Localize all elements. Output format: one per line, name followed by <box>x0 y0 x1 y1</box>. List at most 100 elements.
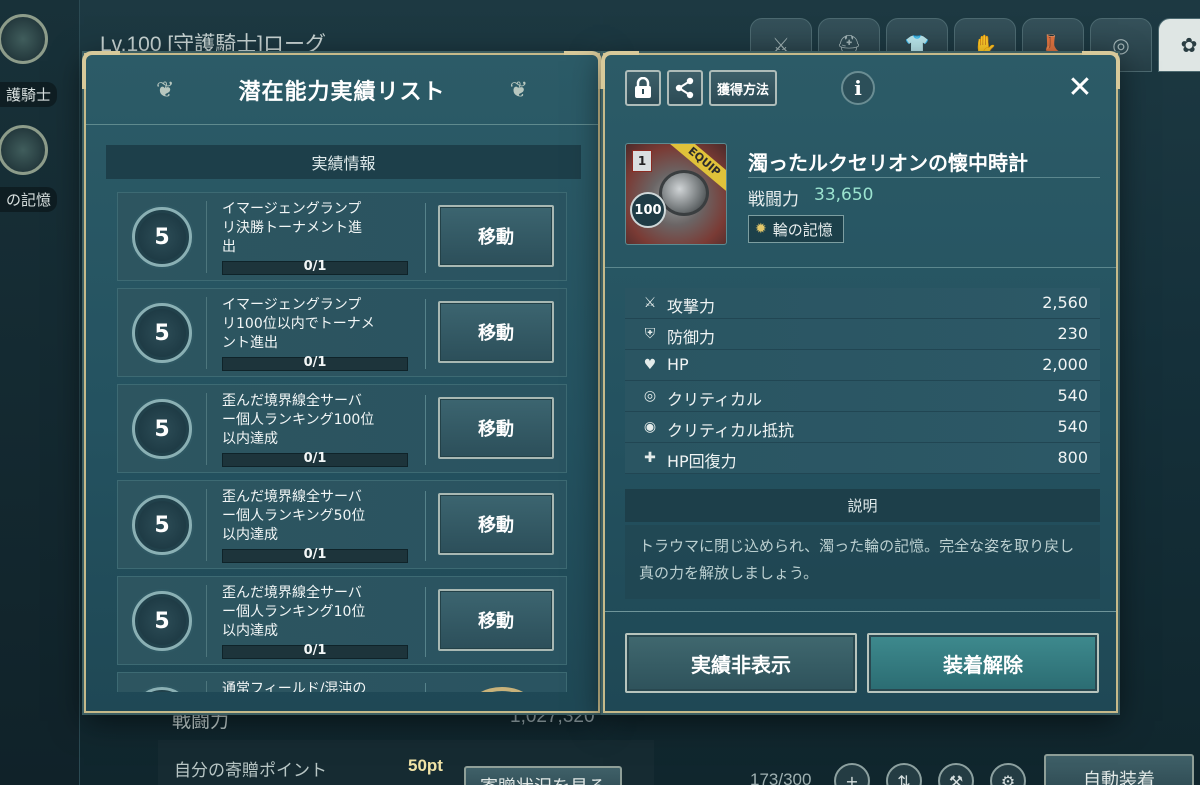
achievement-text: イマージェングランプ リ100位以内でトーナメ ント進出 <box>222 297 375 351</box>
item-detail-panel: 獲得方法 i ✕ 1 100 EQUIP 濁ったルクセリオンの懐中時計 戦闘力 … <box>601 51 1120 713</box>
stat-row: ♥ HP 2,000 <box>625 350 1100 381</box>
progress-text: 0/1 <box>303 547 327 562</box>
progress-bar: 0/1 <box>222 547 408 563</box>
achievement-row: 5 イマージェングランプ リ100位以内でトーナメ ント進出 0/1 移動 <box>117 288 567 377</box>
stat-label: クリティカル抵抗 <box>667 421 795 440</box>
stat-label: 防御力 <box>667 328 716 347</box>
stat-value: 800 <box>1057 448 1088 467</box>
divider <box>206 489 207 561</box>
inventory-count: 173/300 <box>750 770 812 785</box>
item-category-label: 輪の記憶 <box>772 220 833 239</box>
divider <box>425 683 426 692</box>
achievement-row: 通常フィールド/混沌の <box>117 672 567 692</box>
nav-label-memory: の記憶 <box>0 187 58 212</box>
achievement-list[interactable]: 5 イマージェングランプ リ決勝トーナメント進 出 0/1 移動 5 イマージェ… <box>117 192 567 692</box>
achievement-row: 5 イマージェングランプ リ決勝トーナメント進 出 0/1 移動 <box>117 192 567 281</box>
achievement-list-header: ❦ 潜在能力実績リスト ❦ <box>86 55 598 125</box>
stat-row: ◉ クリティカル抵抗 540 <box>625 412 1100 443</box>
progress-text: 0/1 <box>303 355 327 370</box>
divider <box>605 611 1116 612</box>
move-button[interactable]: 移動 <box>438 205 554 267</box>
level-badge: 5 <box>132 399 192 459</box>
lock-button[interactable] <box>625 70 661 106</box>
stat-row: ⚔ 攻撃力 2,560 <box>625 288 1100 319</box>
hp-regen-icon: ✚ <box>644 450 656 466</box>
tab-memory[interactable]: ✿ <box>1158 18 1200 72</box>
level-badge: 5 <box>132 207 192 267</box>
move-button[interactable]: 移動 <box>438 589 554 651</box>
progress-bar: 0/1 <box>222 451 408 467</box>
donate-status-button[interactable]: 寄贈状況を見る <box>464 766 622 785</box>
heart-icon: ♥ <box>643 357 657 373</box>
achievement-text: 歪んだ境界線全サーバ ー個人ランキング100位 以内達成 <box>222 393 375 447</box>
achievement-list-title: 潜在能力実績リスト <box>238 79 446 105</box>
item-thumbnail: 1 100 EQUIP <box>625 143 727 245</box>
close-button[interactable]: ✕ <box>1062 69 1098 105</box>
leaf-ornament-icon: ❦ <box>509 78 528 103</box>
pocket-watch-icon <box>659 170 709 216</box>
donate-points-value: 50pt <box>408 756 443 775</box>
stat-value: 2,560 <box>1042 293 1088 312</box>
stat-label: HP回復力 <box>667 452 737 471</box>
stat-label: クリティカル <box>667 390 763 409</box>
item-category-tag: ✹ 輪の記憶 <box>748 215 844 243</box>
achievement-list-panel: ❦ 潜在能力実績リスト ❦ 実績情報 5 イマージェングランプ リ決勝トーナメン… <box>82 51 602 713</box>
divider <box>425 587 426 657</box>
info-button[interactable]: i <box>841 71 875 105</box>
progress-bar: 0/1 <box>222 355 408 371</box>
move-button[interactable]: 移動 <box>438 301 554 363</box>
stat-value: 230 <box>1057 324 1088 343</box>
shield-icon: ⛨ <box>644 326 656 342</box>
move-button[interactable]: 移動 <box>438 397 554 459</box>
unequip-button[interactable]: 装着解除 <box>867 633 1099 693</box>
divider <box>206 297 207 369</box>
trophy-icon <box>470 687 534 692</box>
stat-value: 2,000 <box>1042 355 1088 374</box>
item-name: 濁ったルクセリオンの懐中時計 <box>748 151 1028 175</box>
level-badge: 5 <box>132 303 192 363</box>
stat-row: ✚ HP回復力 800 <box>625 443 1100 474</box>
item-power-value: 33,650 <box>814 185 874 205</box>
enhance-level-badge: 1 <box>632 150 652 172</box>
item-power-label: 戦闘力 <box>748 190 799 210</box>
acquire-method-button[interactable]: 獲得方法 <box>709 70 778 106</box>
achievement-row: 5 歪んだ境界線全サーバ ー個人ランキング10位 以内達成 0/1 移動 <box>117 576 567 665</box>
guardian-knight-emblem-icon[interactable] <box>0 14 48 64</box>
progress-text: 0/1 <box>303 259 327 274</box>
stat-value: 540 <box>1057 417 1088 436</box>
nav-label-guardian: 護騎士 <box>0 82 58 107</box>
donate-bar: 自分の寄贈ポイント 50pt 寄贈状況を見る <box>158 740 654 785</box>
achievement-info-header: 実績情報 <box>106 145 581 179</box>
lock-icon <box>635 77 651 98</box>
stat-value: 540 <box>1057 386 1088 405</box>
share-button[interactable] <box>667 70 703 106</box>
divider <box>425 491 426 561</box>
hide-achievement-button[interactable]: 実績非表示 <box>625 633 857 693</box>
progress-text: 0/1 <box>303 643 327 658</box>
divider <box>425 299 426 369</box>
level-badge: 5 <box>132 495 192 555</box>
item-toolbar: 獲得方法 <box>625 70 778 106</box>
donate-points-label: 自分の寄贈ポイント <box>174 761 327 780</box>
achievement-text: イマージェングランプ リ決勝トーナメント進 出 <box>222 201 362 255</box>
divider <box>425 203 426 273</box>
auto-equip-button[interactable]: 自動装着 <box>1044 754 1194 785</box>
divider <box>206 393 207 465</box>
achievement-text: 通常フィールド/混沌の <box>222 681 367 692</box>
divider <box>206 585 207 657</box>
divider <box>605 267 1116 268</box>
ring-memory-icon: ✹ <box>755 221 767 237</box>
achievement-text: 歪んだ境界線全サーバ ー個人ランキング50位 以内達成 <box>222 489 366 543</box>
progress-bar: 0/1 <box>222 259 408 275</box>
divider <box>206 681 207 692</box>
achievement-text: 歪んだ境界線全サーバ ー個人ランキング10位 以内達成 <box>222 585 366 639</box>
divider <box>206 201 207 273</box>
leaf-ornament-icon: ❦ <box>156 78 175 103</box>
move-button[interactable]: 移動 <box>438 493 554 555</box>
share-icon <box>675 77 694 99</box>
item-level-badge: 100 <box>630 192 666 228</box>
stat-row: ⛨ 防御力 230 <box>625 319 1100 350</box>
ring-memory-emblem-icon[interactable] <box>0 125 48 175</box>
achievement-row: 5 歪んだ境界線全サーバ ー個人ランキング100位 以内達成 0/1 移動 <box>117 384 567 473</box>
left-nav: 護騎士 の記憶 <box>0 0 80 785</box>
